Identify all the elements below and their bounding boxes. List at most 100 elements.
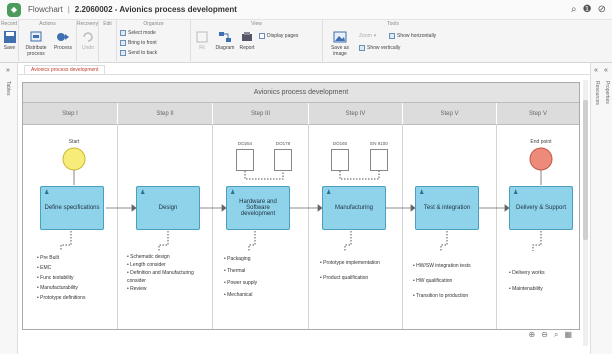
ribbon-toolbar: Record Save Actions Distribute process P… — [0, 20, 612, 63]
undo-icon — [83, 32, 93, 42]
bring-to-front-button[interactable]: Bring to front — [120, 40, 157, 46]
resources-panel-label[interactable]: Resources — [594, 81, 600, 105]
image-icon — [333, 31, 347, 43]
expand-left-icon[interactable]: » — [6, 67, 10, 74]
annotation-list: Delivery works Maintenability — [509, 265, 577, 297]
list-item: Power supply — [224, 277, 306, 289]
save-icon — [3, 31, 16, 43]
show-vertically-label: Show vertically — [367, 45, 401, 51]
zoom-out-icon[interactable]: ⊖ — [541, 330, 548, 340]
list-item: Thermal — [224, 265, 306, 277]
report-icon — [242, 32, 252, 41]
list-item: Func testability — [37, 273, 115, 283]
save-as-image-button[interactable]: Save as image — [325, 30, 355, 57]
document-icon[interactable] — [331, 149, 349, 171]
select-mode-button[interactable]: Select mode — [120, 30, 156, 36]
save-button-label: Save — [3, 45, 16, 51]
help-icon[interactable]: ❶ — [583, 3, 592, 17]
expand-right-icon[interactable]: « — [594, 67, 598, 74]
ribbon-group-title: Tools — [387, 21, 399, 27]
zoom-fit-icon[interactable]: ⌕ — [554, 330, 558, 340]
list-item: EMC — [37, 263, 115, 273]
end-event[interactable] — [529, 147, 553, 171]
properties-panel-label[interactable]: Properties — [604, 81, 610, 104]
list-item: Length consider — [127, 261, 211, 269]
ribbon-group-tools: Tools Save as image Zoom ▾ Show verticall… — [323, 20, 612, 63]
app-window: ◆ Flowchart | 2.2060002 - Avionics proce… — [0, 0, 612, 354]
document-icon[interactable] — [274, 149, 292, 171]
task-manufacturing[interactable]: ♟ Manufacturing — [322, 186, 386, 230]
grid-icon[interactable]: ▦ — [564, 330, 572, 340]
fit-button-label: Fit — [199, 45, 205, 51]
ribbon-group-view: View Fit Diagram Report Display pages — [191, 20, 323, 63]
report-button-label: Report — [239, 45, 255, 51]
ribbon-group-title: Organize — [143, 21, 164, 27]
show-horizontally-button[interactable]: Show horizontally — [389, 33, 436, 39]
left-collapsed-panel[interactable]: » Tables — [0, 63, 18, 354]
scrollbar-thumb[interactable] — [583, 100, 588, 240]
close-icon[interactable]: ⊘ — [598, 3, 606, 17]
list-item: Definition and Manufacturing consider — [127, 269, 211, 285]
ribbon-group-title: Recovery — [77, 21, 99, 27]
tab-avionics[interactable]: Avionics process development — [24, 65, 106, 74]
diagram-button[interactable]: Diagram — [213, 30, 237, 51]
distribute-icon — [30, 31, 42, 42]
fit-button[interactable]: Fit — [193, 30, 211, 51]
checkbox-icon — [259, 33, 265, 39]
select-mode-icon — [120, 30, 126, 36]
ribbon-group-title: Actions — [39, 21, 56, 27]
list-item: Review — [127, 285, 211, 293]
document-icon[interactable] — [236, 149, 254, 171]
diagram-icon — [219, 32, 231, 42]
send-to-back-button[interactable]: Send to back — [120, 50, 157, 56]
document-title: 2.2060002 - Avionics process development — [74, 5, 237, 14]
undo-button[interactable]: Undo — [80, 30, 96, 51]
document-label: DO178 — [275, 141, 291, 146]
annotation-list: Prototype implementation Product qualifi… — [320, 259, 400, 283]
list-item: Delivery works — [509, 265, 577, 281]
task-test-integration[interactable]: ♟ Test & integration — [415, 186, 479, 230]
title-bar: ◆ Flowchart | 2.2060002 - Avionics proce… — [0, 0, 612, 20]
process-button[interactable]: Process — [52, 30, 74, 51]
annotation-list: Pre Built EMC Func testability Manufactu… — [37, 253, 115, 303]
task-delivery-support[interactable]: ♟ Delivery & Support — [509, 186, 573, 230]
ribbon-group-actions: Actions Distribute process Process — [19, 20, 77, 63]
notification-icon[interactable]: ⌕ — [571, 3, 577, 17]
list-item: Schematic design — [127, 253, 211, 261]
list-item: HW/SW integration tests — [413, 259, 497, 274]
show-horizontally-label: Show horizontally — [397, 33, 437, 39]
task-define-specifications[interactable]: ♟ Define specifications — [40, 186, 104, 230]
distribute-process-button[interactable]: Distribute process — [21, 30, 51, 57]
zoom-in-icon[interactable]: ⊕ — [529, 330, 536, 340]
right-collapsed-panel[interactable]: « « Resources Properties — [590, 63, 612, 354]
list-item: Packaging — [224, 253, 306, 265]
zoom-dropdown[interactable]: Zoom ▾ — [359, 33, 376, 39]
diagram-canvas[interactable]: Avionics process development Step I Step… — [22, 80, 588, 346]
list-item: Pre Built — [37, 253, 115, 263]
display-pages-checkbox[interactable]: Display pages — [259, 33, 298, 39]
horizontal-layout-icon — [389, 33, 395, 39]
person-icon: ♟ — [44, 190, 50, 196]
list-item: HW qualification — [413, 274, 497, 289]
show-vertically-button[interactable]: Show vertically — [359, 45, 400, 51]
annotation-list: Packaging Thermal Power supply Mechanica… — [224, 253, 306, 301]
document-icon[interactable] — [370, 149, 388, 171]
list-item: Maintenability — [509, 281, 577, 297]
expand-right-secondary-icon[interactable]: « — [604, 67, 608, 74]
left-panel-label[interactable]: Tables — [5, 81, 11, 95]
person-icon: ♟ — [513, 190, 519, 196]
document-label: DO254 — [237, 141, 253, 146]
task-hardware-software[interactable]: ♟ Hardware and Software development — [226, 186, 290, 230]
bring-to-front-icon — [120, 40, 126, 46]
ribbon-group-record: Record Save — [0, 20, 19, 63]
start-event[interactable] — [62, 147, 86, 171]
document-label: DO160 — [332, 141, 348, 146]
ribbon-group-title: Record — [0, 21, 18, 27]
report-button[interactable]: Report — [237, 30, 257, 51]
person-icon: ♟ — [230, 190, 236, 196]
task-design[interactable]: ♟ Design — [136, 186, 200, 230]
vertical-scrollbar[interactable] — [583, 80, 588, 346]
list-item: Prototype implementation — [320, 259, 400, 268]
app-name: Flowchart — [28, 5, 63, 14]
save-button[interactable]: Save — [2, 30, 17, 51]
